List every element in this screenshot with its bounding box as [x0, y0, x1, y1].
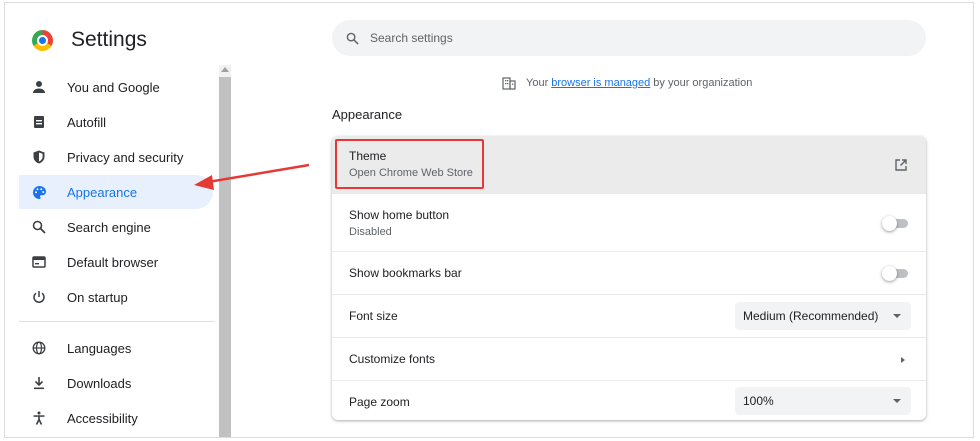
- chevron-right-icon: [901, 357, 905, 363]
- sidebar-item-appearance[interactable]: Appearance: [19, 175, 213, 209]
- page-title: Settings: [71, 28, 147, 51]
- sidebar-item-you-and-google[interactable]: You and Google: [19, 70, 213, 104]
- building-icon: [502, 75, 518, 91]
- bookmarks-bar-row[interactable]: Show bookmarks bar: [332, 251, 926, 294]
- sidebar-item-default-browser[interactable]: Default browser: [19, 245, 213, 279]
- page-zoom-label: Page zoom: [349, 395, 410, 409]
- scroll-up-arrow-icon[interactable]: [221, 67, 229, 72]
- power-icon: [30, 288, 48, 306]
- sidebar-item-accessibility[interactable]: Accessibility: [19, 401, 213, 435]
- sidebar-item-label: Default browser: [67, 254, 159, 270]
- search-icon: [344, 30, 360, 46]
- theme-highlight-box: [335, 139, 484, 189]
- sidebar-item-label: Downloads: [67, 375, 132, 391]
- sidebar-item-label: You and Google: [67, 79, 160, 95]
- clipboard-icon: [30, 113, 48, 131]
- sidebar-item-on-startup[interactable]: On startup: [19, 280, 213, 314]
- sidebar-item-label: Accessibility: [67, 410, 138, 426]
- font-size-row: Font size Medium (Recommended): [332, 294, 926, 337]
- sidebar-scrollbar-thumb[interactable]: [219, 77, 231, 437]
- chevron-down-icon: [893, 399, 901, 403]
- sidebar: You and Google Autofill Privacy and secu…: [5, 65, 219, 437]
- sidebar-item-languages[interactable]: Languages: [19, 331, 213, 365]
- search-bar[interactable]: [332, 20, 926, 56]
- managed-notice-suffix: by your organization: [653, 77, 753, 89]
- search-input[interactable]: [370, 31, 890, 45]
- page-zoom-value: 100%: [743, 394, 774, 408]
- bookmarks-bar-toggle[interactable]: [882, 266, 908, 281]
- home-button-label: Show home button: [349, 208, 450, 222]
- person-icon: [30, 78, 48, 96]
- sidebar-item-label: Autofill: [67, 114, 107, 130]
- settings-window: Settings You and Google Autofill Privacy…: [4, 2, 974, 438]
- managed-notice: Your browser is managed by your organiza…: [502, 75, 752, 91]
- sidebar-item-label: On startup: [67, 289, 128, 305]
- chevron-down-icon: [893, 314, 901, 318]
- shield-icon: [30, 148, 48, 166]
- globe-icon: [30, 339, 48, 357]
- search-icon: [30, 218, 48, 236]
- sidebar-item-label: Privacy and security: [67, 149, 184, 165]
- chrome-logo-icon: [32, 30, 53, 51]
- font-size-value: Medium (Recommended): [743, 309, 879, 323]
- customize-fonts-label: Customize fonts: [349, 352, 436, 366]
- sidebar-item-label: Languages: [67, 340, 132, 356]
- browser-managed-link[interactable]: browser is managed: [551, 77, 650, 89]
- customize-fonts-row[interactable]: Customize fonts: [332, 337, 926, 380]
- section-title-appearance: Appearance: [332, 107, 403, 122]
- sidebar-item-downloads[interactable]: Downloads: [19, 366, 213, 400]
- accessibility-icon: [30, 409, 48, 427]
- sidebar-item-search-engine[interactable]: Search engine: [19, 210, 213, 244]
- download-icon: [30, 374, 48, 392]
- bookmarks-bar-label: Show bookmarks bar: [349, 266, 462, 280]
- home-button-sublabel: Disabled: [349, 226, 392, 238]
- sidebar-item-autofill[interactable]: Autofill: [19, 105, 213, 139]
- page-zoom-row: Page zoom 100%: [332, 380, 926, 420]
- sidebar-divider: [19, 321, 215, 322]
- palette-icon: [30, 183, 48, 201]
- font-size-select[interactable]: Medium (Recommended): [735, 302, 911, 330]
- home-button-row[interactable]: Show home button Disabled: [332, 193, 926, 251]
- sidebar-item-privacy-and-security[interactable]: Privacy and security: [19, 140, 213, 174]
- sidebar-item-label: Search engine: [67, 219, 151, 235]
- sidebar-item-label: Appearance: [67, 184, 138, 200]
- managed-notice-prefix: Your: [526, 77, 549, 89]
- font-size-label: Font size: [349, 309, 398, 323]
- browser-window-icon: [30, 253, 48, 271]
- open-in-new-icon[interactable]: [894, 158, 908, 172]
- home-button-toggle[interactable]: [882, 216, 908, 231]
- page-zoom-select[interactable]: 100%: [735, 387, 911, 415]
